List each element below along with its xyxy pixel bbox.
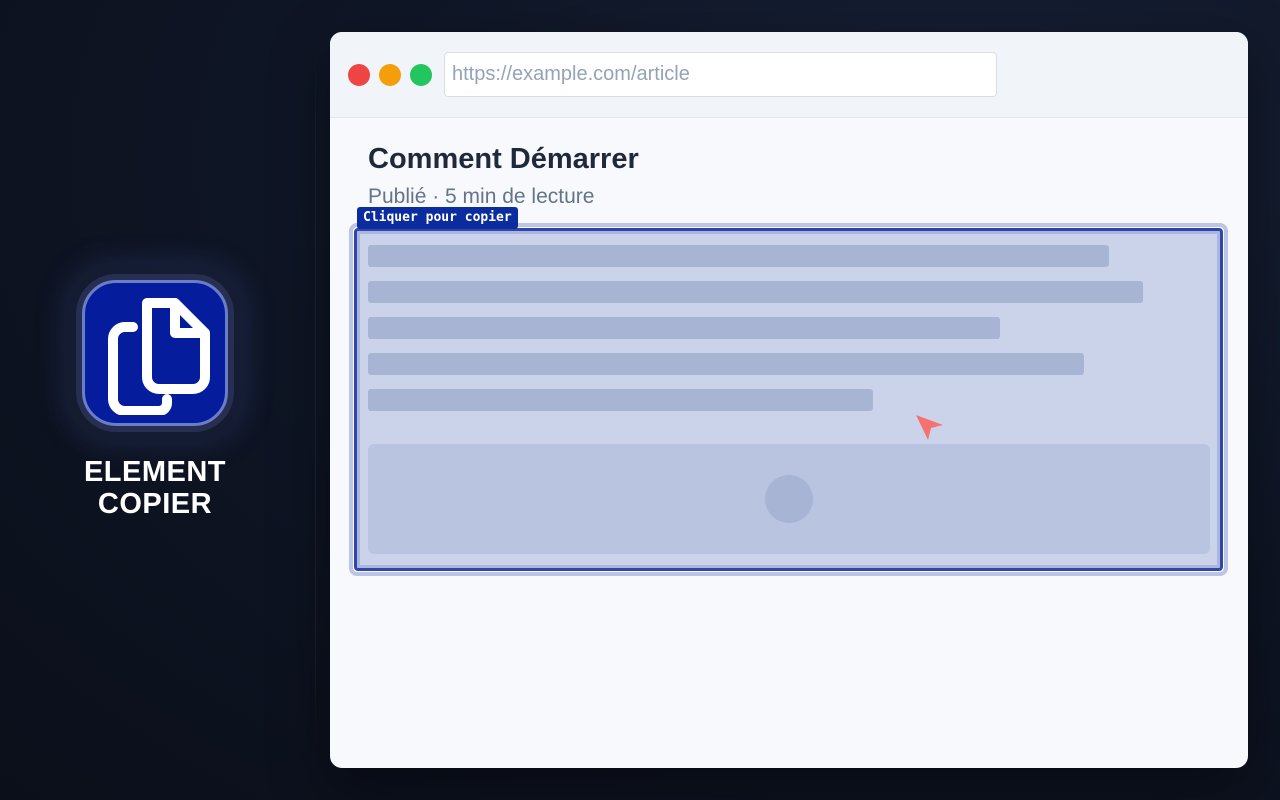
brand-name: ELEMENT COPIER (40, 456, 270, 520)
brand-panel: ELEMENT COPIER (0, 0, 316, 800)
url-bar[interactable]: https://example.com/article (444, 52, 997, 97)
copy-document-icon (108, 298, 210, 415)
brand-name-line2: COPIER (97, 488, 213, 520)
panel-divider (315, 36, 316, 766)
page-title: Comment Démarrer (368, 143, 639, 175)
minimize-dot-icon[interactable] (379, 64, 401, 86)
app-logo (82, 280, 228, 426)
close-dot-icon[interactable] (348, 64, 370, 86)
copy-tooltip: Cliquer pour copier (357, 207, 518, 229)
placeholder-line (368, 281, 1143, 303)
media-placeholder-icon (765, 475, 813, 523)
pointer-cursor-icon (916, 415, 943, 440)
brand-name-line1: ELEMENT (83, 456, 227, 488)
placeholder-line (368, 245, 1109, 267)
browser-window: https://example.com/article Comment Déma… (330, 32, 1248, 768)
browser-titlebar: https://example.com/article (330, 32, 1248, 118)
placeholder-line (368, 317, 1000, 339)
maximize-dot-icon[interactable] (410, 64, 432, 86)
page-meta: Publié · 5 min de lecture (368, 185, 595, 208)
placeholder-line (368, 353, 1084, 375)
placeholder-line (368, 389, 873, 411)
media-placeholder (368, 444, 1210, 554)
